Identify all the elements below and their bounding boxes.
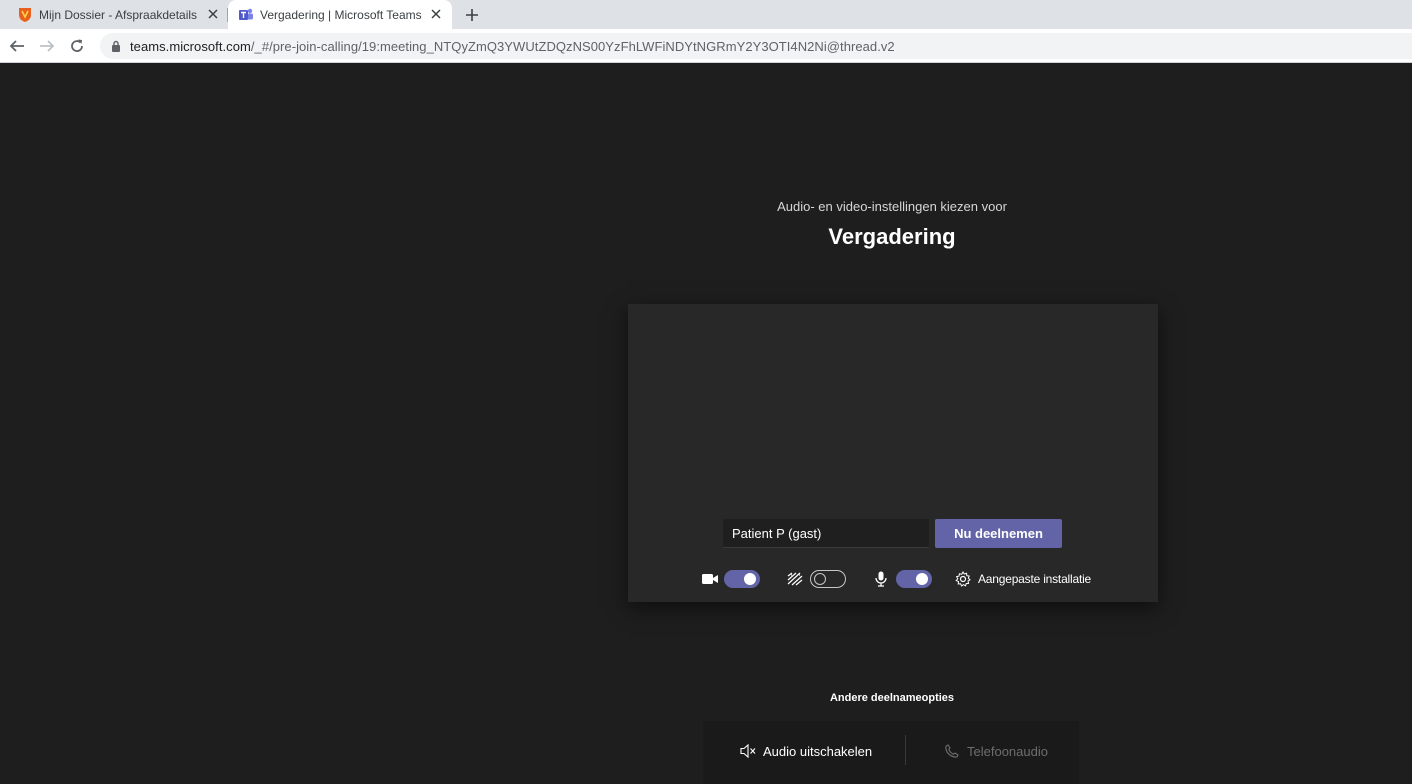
microphone-toggle[interactable] <box>896 570 932 588</box>
gear-icon[interactable] <box>955 571 971 587</box>
background-blur-icon <box>787 571 803 587</box>
phone-audio-label: Telefoonaudio <box>967 743 1048 759</box>
join-now-button[interactable]: Nu deelnemen <box>935 519 1062 548</box>
reload-icon <box>71 39 83 52</box>
lock-icon[interactable] <box>109 39 123 53</box>
back-button[interactable] <box>7 36 27 56</box>
teams-prejoin-page: Audio- en video-instellingen kiezen voor… <box>0 64 1412 784</box>
phone-icon <box>943 742 961 760</box>
close-tab-icon[interactable] <box>205 6 221 22</box>
background-blur-toggle[interactable] <box>810 570 846 588</box>
camera-toggle[interactable] <box>724 570 760 588</box>
speaker-mute-icon <box>739 742 757 760</box>
meeting-title: Vergadering <box>828 224 956 249</box>
browser-toolbar: teams.microsoft.com/_#/pre-join-calling/… <box>0 29 1412 63</box>
arrow-right-icon <box>40 40 55 52</box>
close-tab-icon[interactable] <box>428 6 444 22</box>
camera-icon <box>702 571 718 587</box>
prejoin-subtitle: Audio- en video-instellingen kiezen voor <box>777 199 1007 214</box>
plus-icon <box>466 9 478 21</box>
guest-name-input[interactable] <box>723 519 929 548</box>
tab-mijn-dossier[interactable]: Mijn Dossier - Afspraakdetails <box>0 0 228 29</box>
tab-title: Mijn Dossier - Afspraakdetails <box>39 7 198 22</box>
forward-button[interactable] <box>37 36 57 56</box>
tab-title: Vergadering | Microsoft Teams <box>260 7 422 22</box>
audio-off-option[interactable]: Audio uitschakelen <box>739 741 872 761</box>
device-controls: Aangepaste installatie <box>628 566 1158 592</box>
url-host: teams.microsoft.com <box>130 38 251 54</box>
phone-audio-option[interactable]: Telefoonaudio <box>943 741 1048 761</box>
other-join-options-title: Andere deelnameopties <box>829 692 955 704</box>
toggle-knob <box>916 573 928 585</box>
custom-setup-link[interactable]: Aangepaste installatie <box>978 572 1091 586</box>
other-join-options: Audio uitschakelen Telefoonaudio <box>703 721 1079 784</box>
new-tab-button[interactable] <box>462 5 482 25</box>
toggle-knob <box>814 573 826 585</box>
audio-off-label: Audio uitschakelen <box>763 743 873 759</box>
url-text: teams.microsoft.com/_#/pre-join-calling/… <box>130 39 895 54</box>
url-path: /_#/pre-join-calling/19:meeting_NTQyZmQ3… <box>250 38 895 54</box>
address-bar[interactable]: teams.microsoft.com/_#/pre-join-calling/… <box>100 33 1412 59</box>
video-preview-panel: Nu deelnemen Aangepaste installatie <box>628 304 1158 602</box>
options-divider <box>905 735 906 765</box>
tab-teams[interactable]: Vergadering | Microsoft Teams <box>228 0 452 29</box>
arrow-left-icon <box>9 40 24 52</box>
shield-crest-icon <box>17 7 33 23</box>
browser-tabstrip: Mijn Dossier - Afspraakdetails Vergaderi… <box>0 0 1412 29</box>
teams-icon <box>238 7 254 23</box>
reload-button[interactable] <box>67 36 87 56</box>
toggle-knob <box>744 573 756 585</box>
microphone-icon <box>873 571 889 587</box>
